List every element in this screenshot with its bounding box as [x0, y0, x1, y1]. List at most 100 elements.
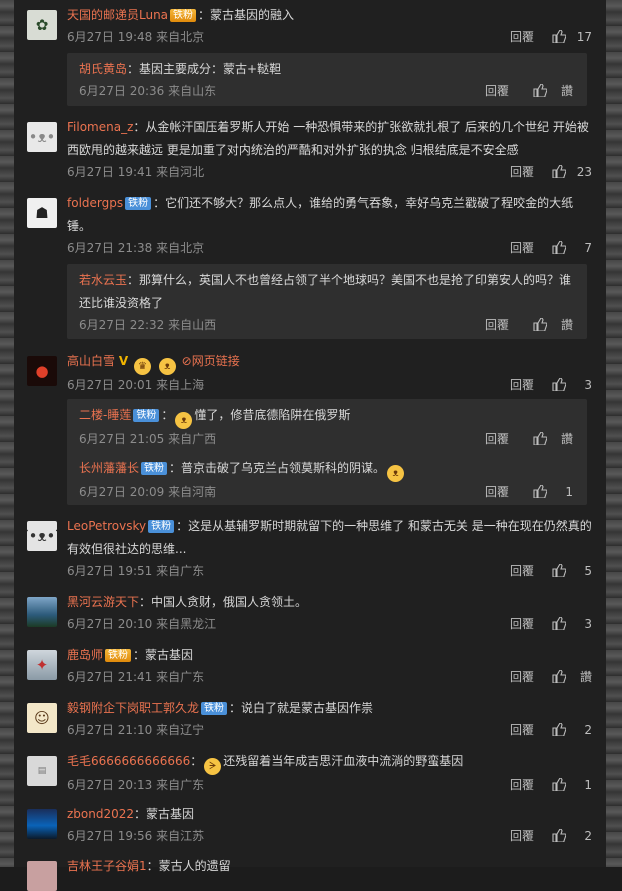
avatar[interactable]: ✿: [27, 10, 57, 40]
like-button[interactable]: 讚: [529, 315, 573, 335]
username[interactable]: foldergps: [67, 196, 123, 210]
like-button[interactable]: 3: [548, 614, 592, 634]
avatar[interactable]: ʕ•ᴥ•ʔ: [27, 521, 57, 551]
like-button[interactable]: 5: [548, 561, 592, 581]
timestamp: 6月27日 21:10 来自辽宁: [67, 723, 205, 737]
reply-button[interactable]: 回覆: [510, 720, 534, 740]
username[interactable]: 鹿岛师: [67, 648, 103, 662]
laughing-emoji-icon: ᗒ: [204, 758, 222, 775]
comment-text: ：蒙古基因的融入: [198, 8, 295, 22]
reply-button[interactable]: 回覆: [510, 667, 534, 687]
like-button[interactable]: 7: [548, 238, 592, 258]
like-count: 讚: [560, 432, 573, 446]
username[interactable]: 吉林王子谷娟1: [67, 859, 147, 873]
thumbs-up-icon: [533, 84, 547, 97]
reply-button[interactable]: 回覆: [510, 375, 534, 395]
avatar[interactable]: ●: [27, 356, 57, 386]
badge: 铁粉: [141, 462, 168, 475]
like-button[interactable]: 2: [548, 720, 592, 740]
reply-button[interactable]: 回覆: [510, 162, 534, 182]
like-count: 1: [565, 485, 573, 499]
web-link[interactable]: 网页链接: [192, 354, 240, 368]
username[interactable]: zbond2022: [67, 807, 134, 821]
like-button[interactable]: 讚: [529, 429, 573, 449]
username[interactable]: 黑河云游天下: [67, 595, 139, 609]
reply-button[interactable]: 回覆: [510, 561, 534, 581]
doge-emoji-icon: ᴥ: [158, 358, 176, 375]
username[interactable]: LeoPetrovsky: [67, 519, 146, 533]
timestamp: 6月27日 19:41 来自河北: [67, 165, 205, 179]
like-button[interactable]: 讚: [529, 81, 573, 101]
timestamp: 6月27日 20:10 来自黑龙江: [67, 617, 217, 631]
username[interactable]: 胡氏黄岛: [79, 62, 127, 76]
comment-text: ：从金帐汗国压着罗斯人开始 一种恐惧带来的扩张欲就扎根了 后来的几个世纪 开始被…: [67, 120, 589, 157]
avatar[interactable]: •ᴥ•: [27, 122, 57, 152]
reply-box: 胡氏黄岛：基因主要成分：蒙古+鞑靼 6月27日 20:36 来自山东 回覆 讚: [67, 53, 587, 106]
reply-button[interactable]: 回覆: [485, 81, 509, 101]
badge: 铁粉: [148, 520, 175, 533]
username[interactable]: 高山白雪: [67, 354, 115, 368]
avatar[interactable]: ☗: [27, 198, 57, 228]
like-count: 2: [584, 723, 592, 737]
like-button[interactable]: 2: [548, 826, 592, 846]
comment-list: ✿ 天国的邮递员Luna 铁粉 ：蒙古基因的融入 6月27日 19:48 来自北京 …: [14, 0, 606, 891]
avatar[interactable]: ✦: [27, 650, 57, 680]
like-button[interactable]: 讚: [548, 667, 592, 687]
thumbs-up-icon: [533, 318, 547, 331]
like-count: 1: [584, 778, 592, 792]
like-button[interactable]: 1: [529, 482, 573, 502]
crown-icon: ♛: [133, 358, 151, 375]
like-button[interactable]: 3: [548, 375, 592, 395]
like-count: 2: [584, 829, 592, 843]
like-count: 3: [584, 617, 592, 631]
comment-text: ：蒙古基因: [134, 807, 195, 821]
timestamp: 6月27日 21:41 来自广东: [67, 670, 205, 684]
username[interactable]: 若水云玉: [79, 273, 127, 287]
like-button[interactable]: 23: [548, 162, 592, 182]
like-count: 讚: [560, 318, 573, 332]
background-edge-right: [606, 0, 622, 867]
doge-emoji-icon: ᴥ: [175, 412, 193, 429]
reply-button[interactable]: 回覆: [510, 826, 534, 846]
reply-button[interactable]: 回覆: [485, 482, 509, 502]
badge: 铁粉: [133, 409, 160, 422]
thumbs-up-icon: [552, 670, 566, 683]
username[interactable]: 天国的邮递员Luna: [67, 8, 168, 22]
reply-box: 二楼-睡莲 铁粉： ᴥ 懂了，修昔底德陷阱在俄罗斯 6月27日 21:05 来自广西 …: [67, 399, 587, 505]
thumbs-up-icon: [552, 241, 566, 254]
like-button[interactable]: 17: [548, 27, 592, 47]
username[interactable]: 长州藩藩长: [79, 461, 139, 475]
timestamp: 6月27日 19:56 来自江苏: [67, 829, 205, 843]
reply-button[interactable]: 回覆: [510, 775, 534, 795]
like-button[interactable]: 1: [548, 775, 592, 795]
reply-button[interactable]: 回覆: [485, 429, 509, 449]
thumbs-up-icon: [533, 432, 547, 445]
like-count: 23: [576, 165, 592, 179]
like-count: 讚: [560, 84, 573, 98]
badge: 铁粉: [125, 197, 152, 210]
avatar[interactable]: ▤: [27, 756, 57, 786]
reply-text: ：那算什么，英国人不也曾经占领了半个地球吗？美国不也是抢了印第安人的吗？谁还比谁…: [79, 273, 572, 310]
reply-button[interactable]: 回覆: [510, 614, 534, 634]
reply-button[interactable]: 回覆: [485, 315, 509, 335]
thumbs-up-icon: [552, 564, 566, 577]
avatar[interactable]: [27, 809, 57, 839]
thumbs-up-icon: [552, 30, 566, 43]
avatar[interactable]: [27, 861, 57, 891]
username[interactable]: Filomena_z: [67, 120, 133, 134]
thumbs-up-icon: [552, 778, 566, 791]
like-count: 3: [584, 378, 592, 392]
avatar[interactable]: [27, 597, 57, 627]
username[interactable]: 毅钢附企下岗职工郭久龙: [67, 701, 199, 715]
timestamp: 6月27日 20:09 来自河南: [79, 485, 217, 499]
reply-box: 若水云玉：那算什么，英国人不也曾经占领了半个地球吗？美国不也是抢了印第安人的吗？…: [67, 264, 587, 339]
avatar[interactable]: ☺: [27, 703, 57, 733]
username[interactable]: 毛毛6666666666666: [67, 754, 190, 768]
thumbs-up-icon: [533, 485, 547, 498]
reply-button[interactable]: 回覆: [510, 238, 534, 258]
badge: 铁粉: [201, 702, 228, 715]
username[interactable]: 二楼-睡莲: [79, 408, 131, 422]
link-icon[interactable]: ⊘: [182, 354, 192, 368]
reply-button[interactable]: 回覆: [510, 27, 534, 47]
reply-text: ：基因主要成分：蒙古+鞑靼: [127, 62, 282, 76]
